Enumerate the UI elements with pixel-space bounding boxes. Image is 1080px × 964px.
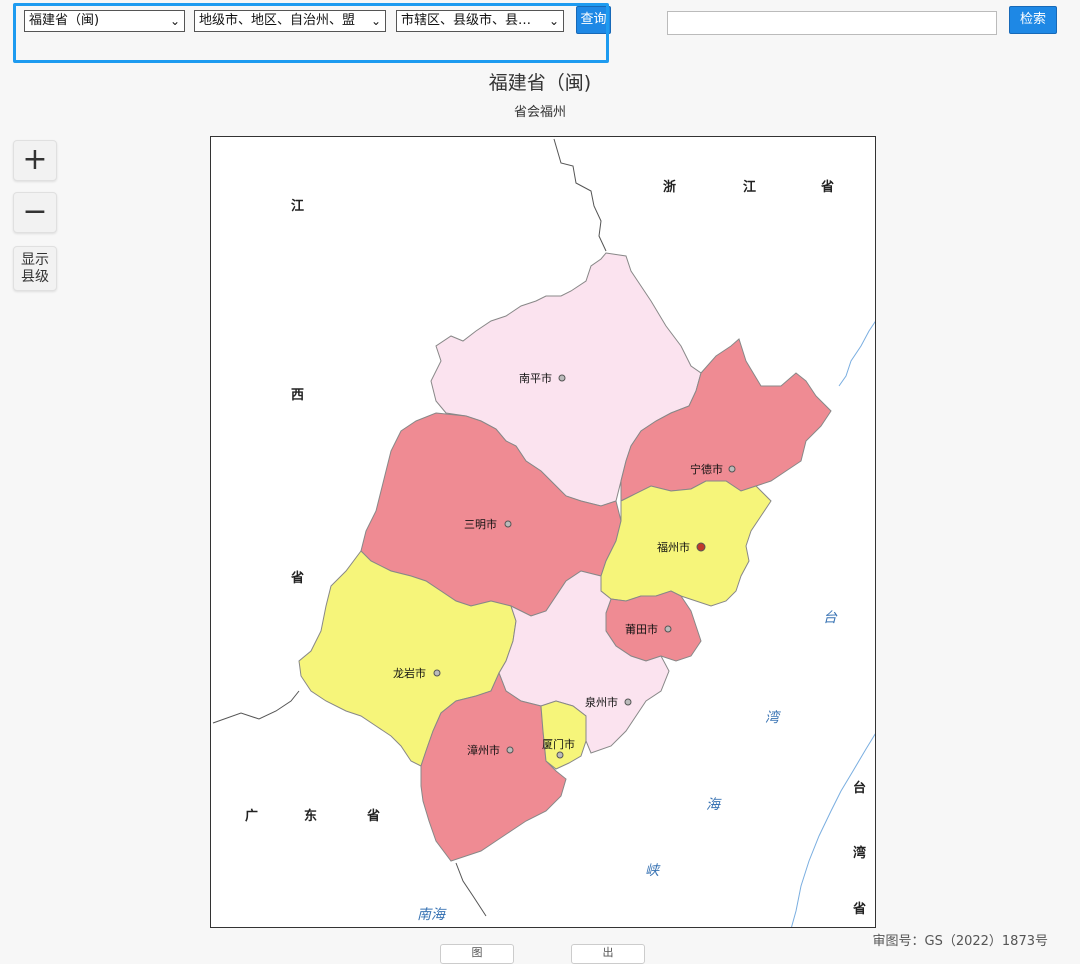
show-county-label-1: 显示: [21, 252, 49, 268]
label-jiang2: 江: [291, 198, 304, 214]
city-marker-zhangzhou[interactable]: [506, 746, 514, 754]
sea-label-hai: 海: [706, 797, 722, 813]
chevron-down-icon: ⌄: [370, 14, 381, 28]
map-frame[interactable]: 浙 江 省 江 西 省 广 东 省 台 湾 省 台 湾 海 峡 南海 南平市 宁…: [210, 136, 876, 928]
city-marker-quanzhou[interactable]: [624, 698, 632, 706]
label-dong: 东: [304, 808, 317, 824]
zhejiang-coastline: [838, 321, 875, 387]
county-select-value: 市辖区、县级市、县…: [401, 13, 532, 28]
province-select[interactable]: 福建省（闽) ⌄: [24, 10, 185, 32]
map-approval-number: 审图号：GS（2022）1873号: [872, 934, 1049, 949]
search-button[interactable]: 检索: [1009, 6, 1057, 34]
city-marker-putian[interactable]: [664, 625, 672, 633]
show-county-button[interactable]: 显示 县级: [13, 246, 57, 291]
city-select-value: 地级市、地区、自治州、盟: [199, 13, 356, 28]
label-guang: 广: [245, 808, 258, 824]
bottom-left-button[interactable]: 图: [440, 944, 514, 964]
query-button[interactable]: 查询: [576, 6, 611, 34]
city-marker-sanming[interactable]: [504, 520, 512, 528]
label-xi: 西: [291, 388, 304, 403]
search-input[interactable]: [667, 11, 997, 35]
label-sheng4: 省: [852, 901, 866, 917]
city-label-sanming[interactable]: 三明市: [464, 517, 497, 531]
label-sheng2: 省: [290, 570, 304, 586]
label-zhe: 浙: [663, 179, 676, 195]
label-jiang1: 江: [743, 179, 756, 195]
sea-label-wan: 湾: [765, 710, 781, 726]
city-marker-fuzhou-capital[interactable]: [696, 542, 706, 552]
region-xiamen[interactable]: [540, 700, 587, 770]
chevron-down-icon: ⌄: [548, 14, 559, 28]
label-sheng1: 省: [820, 179, 834, 195]
city-label-fuzhou[interactable]: 福州市: [657, 540, 690, 554]
taiwan-coastline: [791, 733, 875, 927]
label-sheng3: 省: [366, 808, 380, 824]
city-marker-longyan[interactable]: [433, 669, 441, 677]
city-label-quanzhou[interactable]: 泉州市: [585, 695, 618, 709]
fujian-map[interactable]: 浙 江 省 江 西 省 广 东 省 台 湾 省 台 湾 海 峡 南海 南平市 宁…: [211, 137, 876, 928]
city-label-ningde[interactable]: 宁德市: [690, 462, 723, 476]
zoom-in-button[interactable]: +: [13, 140, 57, 181]
label-tai1: 台: [853, 780, 866, 796]
city-label-longyan[interactable]: 龙岩市: [393, 666, 426, 680]
city-marker-ningde[interactable]: [728, 465, 736, 473]
page-subtitle: 省会福州: [513, 105, 566, 120]
city-select[interactable]: 地级市、地区、自治州、盟 ⌄: [194, 10, 386, 32]
guangdong-border-line: [212, 690, 300, 724]
bottom-right-button[interactable]: 出: [571, 944, 645, 964]
sea-label-tai: 台: [823, 610, 838, 626]
county-select[interactable]: 市辖区、县级市、县… ⌄: [396, 10, 564, 32]
city-label-zhangzhou[interactable]: 漳州市: [467, 743, 500, 757]
sea-label-nanhai: 南海: [417, 907, 447, 923]
chevron-down-icon: ⌄: [169, 14, 180, 28]
bottom-left-button-label: 图: [471, 946, 483, 959]
label-wan1: 湾: [853, 845, 866, 861]
city-marker-nanping[interactable]: [558, 374, 566, 382]
city-label-xiamen[interactable]: 厦门市: [542, 737, 575, 751]
bottom-right-button-label: 出: [602, 946, 614, 959]
zoom-out-button[interactable]: −: [13, 192, 57, 233]
show-county-label-2: 县级: [21, 269, 49, 285]
city-label-nanping[interactable]: 南平市: [519, 371, 552, 385]
zhejiang-border-line: [553, 138, 607, 252]
page-title: 福建省（闽): [488, 72, 592, 94]
toolbar: 福建省（闽) ⌄ 地级市、地区、自治州、盟 ⌄ 市辖区、县级市、县… ⌄ 查询 …: [0, 0, 1080, 40]
province-select-value: 福建省（闽): [29, 13, 100, 28]
city-marker-xiamen[interactable]: [556, 751, 564, 759]
coast-line-south: [455, 862, 487, 917]
sea-label-xia: 峡: [645, 863, 661, 879]
city-label-putian[interactable]: 莆田市: [625, 622, 658, 636]
